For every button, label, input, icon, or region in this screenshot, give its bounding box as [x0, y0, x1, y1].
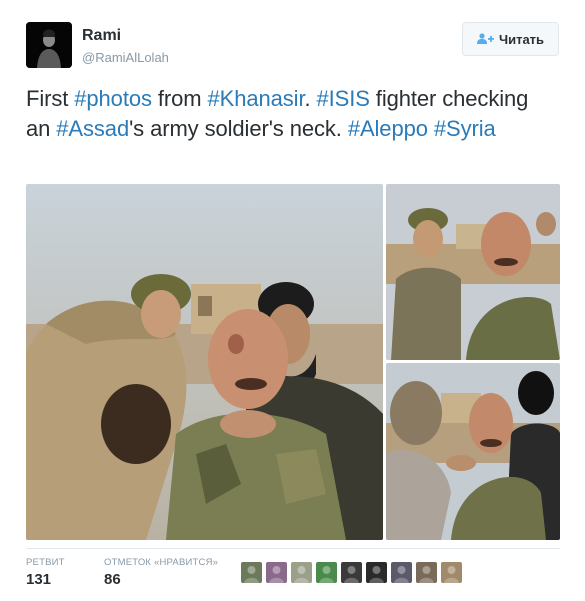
- liker-avatar-2[interactable]: [266, 562, 287, 583]
- tweet-photo-top-right[interactable]: [386, 184, 560, 360]
- liker-avatars: [241, 562, 462, 583]
- hashtag-link[interactable]: #photos: [74, 86, 152, 111]
- liker-avatar-1[interactable]: [241, 562, 262, 583]
- liker-avatar-9[interactable]: [441, 562, 462, 583]
- liker-avatar-7[interactable]: [391, 562, 412, 583]
- hashtag-link[interactable]: #Khanasir: [208, 86, 305, 111]
- tweet-text: First #photos from #Khanasir. #ISIS figh…: [26, 84, 556, 144]
- tweet-text-segment: .: [304, 86, 317, 111]
- tweet-photo-main[interactable]: [26, 184, 383, 540]
- liker-avatar-4[interactable]: [316, 562, 337, 583]
- tweet-text-segment: from: [151, 86, 208, 111]
- user-name[interactable]: Rami: [82, 27, 121, 45]
- tweet-text-segment: 's army soldier's neck.: [129, 116, 348, 141]
- hashtag-link[interactable]: #Syria: [434, 116, 496, 141]
- likes-count[interactable]: 86: [104, 571, 121, 588]
- liker-avatar-6[interactable]: [366, 562, 387, 583]
- liker-avatar-8[interactable]: [416, 562, 437, 583]
- stats-top-divider: [26, 548, 560, 549]
- hashtag-link[interactable]: #Aleppo: [348, 116, 428, 141]
- tweet-text-segment: First: [26, 86, 75, 111]
- user-avatar[interactable]: [26, 22, 72, 68]
- follow-button[interactable]: Читать: [462, 22, 559, 56]
- liker-avatar-5[interactable]: [341, 562, 362, 583]
- user-handle[interactable]: @RamiAlLolah: [82, 50, 169, 65]
- retweets-label: РЕТВИТ: [26, 557, 65, 568]
- likes-label: ОТМЕТОК «НРАВИТСЯ»: [104, 557, 219, 568]
- liker-avatar-3[interactable]: [291, 562, 312, 583]
- hashtag-link[interactable]: #ISIS: [316, 86, 369, 111]
- hashtag-link[interactable]: #Assad: [56, 116, 129, 141]
- add-user-icon: [476, 33, 494, 45]
- retweets-count[interactable]: 131: [26, 571, 51, 588]
- tweet-photo-bottom-right[interactable]: [386, 363, 560, 540]
- follow-button-label: Читать: [498, 31, 545, 47]
